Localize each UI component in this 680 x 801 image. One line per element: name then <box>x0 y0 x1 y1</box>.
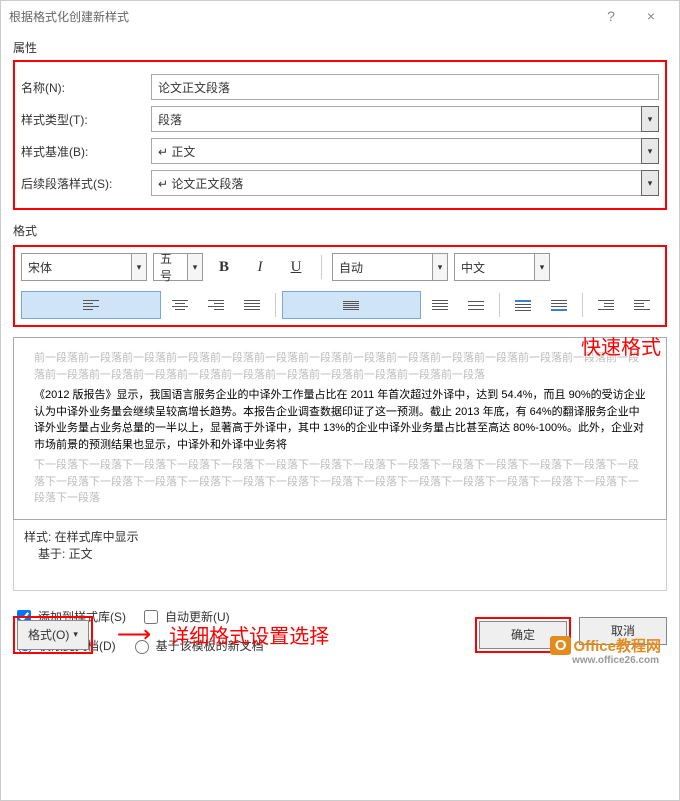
style-type-select[interactable]: 段落 ▾ <box>151 106 659 132</box>
align-justify-button[interactable] <box>235 291 269 319</box>
preview-body-text: 《2012 版报告》显示，我国语言服务企业的中译外工作量占比在 2011 年首次… <box>34 387 646 453</box>
preview-before-text: 前一段落前一段落前一段落前一段落前一段落前一段落前一段落前一段落前一段落前一段落… <box>34 350 646 383</box>
chevron-down-icon[interactable]: ▾ <box>432 253 448 281</box>
chevron-down-icon[interactable]: ▾ <box>187 253 203 281</box>
detail-format-annotation: 详细格式设置选择 <box>169 620 329 649</box>
separator <box>582 293 583 317</box>
help-button[interactable]: ? <box>591 8 631 24</box>
chevron-down-icon[interactable]: ▾ <box>641 138 659 164</box>
cancel-button[interactable]: 取消 <box>579 617 667 645</box>
ok-button[interactable]: 确定 <box>479 621 567 649</box>
style-info-line1: 样式: 在样式库中显示 <box>24 528 656 545</box>
line-spacing-1-button[interactable] <box>282 291 422 319</box>
separator <box>321 255 322 279</box>
format-menu-button[interactable]: 格式(O)▾ <box>17 620 89 650</box>
space-before-decrease-button[interactable] <box>542 291 576 319</box>
arrow-annotation-icon: ⟶ <box>117 620 151 649</box>
next-style-select[interactable]: ↵ 论文正文段落 ▾ <box>151 170 659 196</box>
bold-button[interactable]: B <box>209 253 239 281</box>
indent-decrease-button[interactable] <box>589 291 623 319</box>
underline-button[interactable]: U <box>281 253 311 281</box>
indent-increase-button[interactable] <box>625 291 659 319</box>
align-center-button[interactable] <box>163 291 197 319</box>
preview-after-text: 下一段落下一段落下一段落下一段落下一段落下一段落下一段落下一段落下一段落下一段落… <box>34 457 646 507</box>
properties-section-label: 属性 <box>13 39 667 56</box>
line-spacing-2-button[interactable] <box>459 291 493 319</box>
chevron-down-icon[interactable]: ▾ <box>641 170 659 196</box>
font-select[interactable]: 宋体 ▾ <box>21 253 147 281</box>
preview-pane: 前一段落前一段落前一段落前一段落前一段落前一段落前一段落前一段落前一段落前一段落… <box>13 337 667 520</box>
style-base-label: 样式基准(B): <box>21 143 151 160</box>
style-info-box: 样式: 在样式库中显示 基于: 正文 <box>13 520 667 591</box>
close-button[interactable]: × <box>631 8 671 24</box>
style-info-line2: 基于: 正文 <box>24 545 656 562</box>
font-color-select[interactable]: 自动 ▾ <box>332 253 448 281</box>
align-left-button[interactable] <box>21 291 161 319</box>
italic-button[interactable]: I <box>245 253 275 281</box>
name-label: 名称(N): <box>21 79 151 96</box>
language-select[interactable]: 中文 ▾ <box>454 253 550 281</box>
style-base-select[interactable]: ↵ 正文 ▾ <box>151 138 659 164</box>
format-toolbar-group: 宋体 ▾ 五号 ▾ B I U 自动 ▾ 中文 ▾ <box>13 245 667 327</box>
separator <box>499 293 500 317</box>
space-before-increase-button[interactable] <box>506 291 540 319</box>
window-title: 根据格式化创建新样式 <box>9 8 591 25</box>
format-section-label: 格式 <box>13 218 667 245</box>
align-right-button[interactable] <box>199 291 233 319</box>
quick-format-annotation: 快速格式 <box>581 331 661 360</box>
properties-group: 名称(N): 论文正文段落 样式类型(T): 段落 ▾ 样式基准(B): ↵ 正… <box>13 60 667 210</box>
line-spacing-1-5-button[interactable] <box>423 291 457 319</box>
chevron-down-icon[interactable]: ▾ <box>641 106 659 132</box>
chevron-down-icon[interactable]: ▾ <box>534 253 550 281</box>
bottom-bar: 格式(O)▾ ⟶ 详细格式设置选择 确定 取消 <box>13 616 667 654</box>
dialog-window: 根据格式化创建新样式 ? × 属性 名称(N): 论文正文段落 样式类型(T):… <box>0 0 680 801</box>
chevron-down-icon[interactable]: ▾ <box>131 253 147 281</box>
titlebar: 根据格式化创建新样式 ? × <box>1 1 679 31</box>
separator <box>275 293 276 317</box>
font-size-select[interactable]: 五号 ▾ <box>153 253 203 281</box>
chevron-down-icon: ▾ <box>73 629 78 640</box>
next-style-label: 后续段落样式(S): <box>21 175 151 192</box>
name-input[interactable]: 论文正文段落 <box>151 74 659 100</box>
style-type-label: 样式类型(T): <box>21 111 151 128</box>
